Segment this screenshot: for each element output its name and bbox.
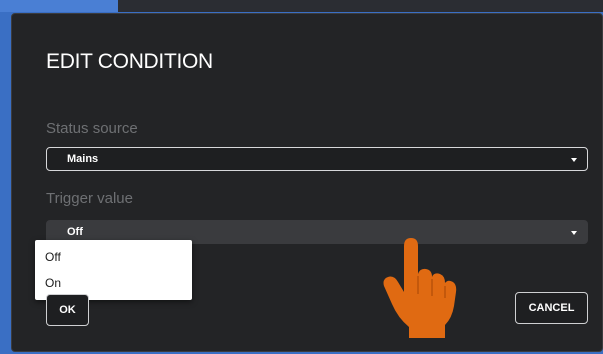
menu-option-off[interactable]: Off: [45, 250, 61, 264]
status-source-select[interactable]: Mains: [46, 147, 588, 171]
edit-condition-dialog: EDIT CONDITION Status source Mains Trigg…: [11, 13, 603, 352]
menu-option-on[interactable]: On: [45, 276, 61, 290]
chevron-down-icon: [571, 231, 577, 235]
trigger-value-dropdown-menu: Off On: [35, 240, 192, 300]
trigger-value-value: Off: [67, 226, 83, 238]
trigger-value-label: Trigger value: [46, 190, 133, 207]
background-header: [118, 0, 603, 12]
dialog-title: EDIT CONDITION: [46, 50, 213, 73]
status-source-value: Mains: [67, 153, 99, 165]
ok-button[interactable]: OK: [46, 294, 89, 326]
status-source-label: Status source: [46, 120, 138, 137]
pointing-hand-icon: [383, 238, 457, 338]
cancel-button[interactable]: CANCEL: [515, 292, 588, 324]
chevron-down-icon: [571, 158, 577, 162]
